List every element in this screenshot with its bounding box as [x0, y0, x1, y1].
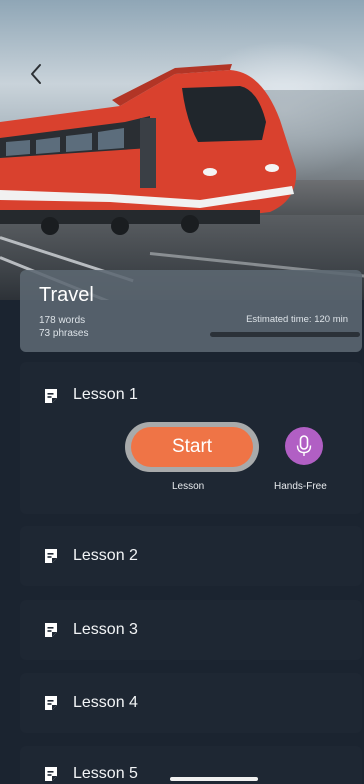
- chevron-left-icon[interactable]: [26, 62, 48, 86]
- lesson-label: Lesson 5: [73, 765, 138, 782]
- hands-free-button[interactable]: [285, 427, 323, 465]
- document-icon: [45, 549, 57, 563]
- lesson-label: Lesson 3: [73, 621, 138, 638]
- lesson-label: Lesson 4: [73, 694, 138, 711]
- word-count: 178 words: [39, 315, 86, 326]
- course-info-card: Travel 178 words 73 phrases Estimated ti…: [20, 270, 362, 352]
- lesson-card-3[interactable]: Lesson 3: [20, 600, 362, 660]
- train-illustration: [0, 64, 297, 235]
- start-button-label: Start: [131, 427, 253, 467]
- course-title: Travel: [39, 284, 94, 306]
- lesson-mode-label: Lesson: [172, 481, 205, 492]
- lesson-label: Lesson 1: [73, 386, 138, 403]
- home-indicator[interactable]: [170, 777, 258, 781]
- document-icon: [45, 696, 57, 710]
- hero-image: [0, 0, 364, 300]
- microphone-icon: [296, 435, 312, 456]
- document-icon: [45, 623, 57, 637]
- hands-free-label: Hands-Free: [274, 481, 327, 492]
- lesson-label: Lesson 2: [73, 547, 138, 564]
- lesson-card-2[interactable]: Lesson 2: [20, 526, 362, 586]
- start-button[interactable]: Start: [125, 422, 259, 472]
- document-icon: [45, 389, 57, 403]
- estimated-time: Estimated time: 120 min: [246, 314, 348, 325]
- phrase-count: 73 phrases: [39, 328, 89, 339]
- document-icon: [45, 767, 57, 781]
- progress-bar: [210, 332, 360, 337]
- lesson-card-4[interactable]: Lesson 4: [20, 673, 362, 733]
